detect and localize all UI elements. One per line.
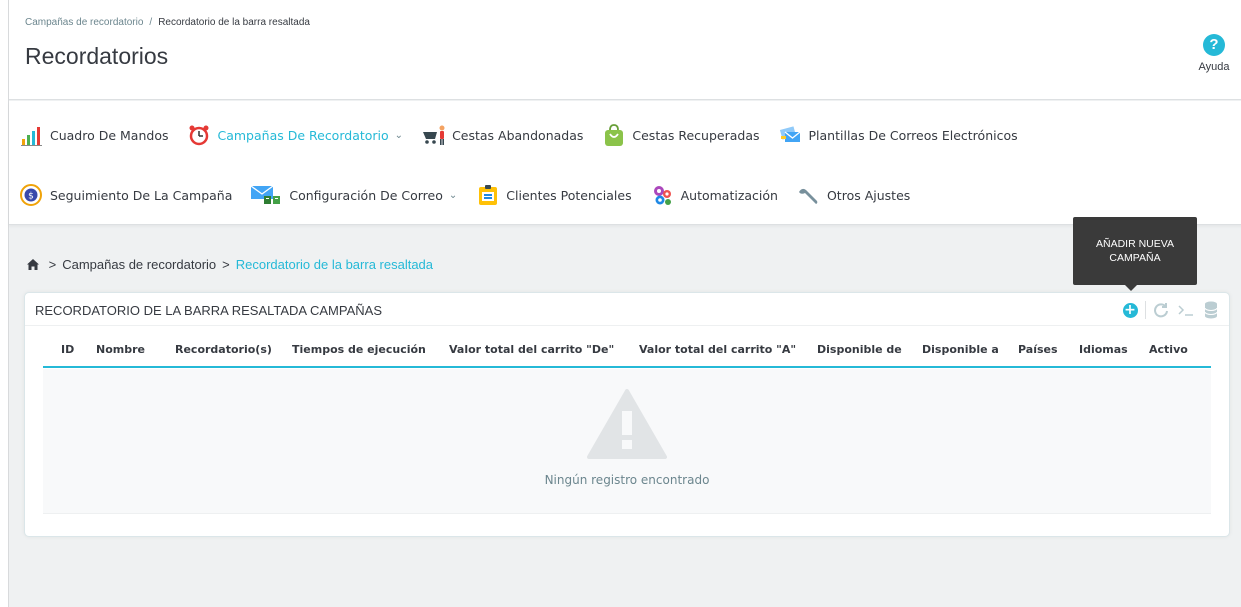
menu-label-email-templates: Plantillas De Correos Electrónicos	[808, 127, 1018, 143]
menu-label-dashboard: Cuadro De Mandos	[50, 127, 169, 143]
column-header-active[interactable]: Activo	[1149, 343, 1211, 368]
menu-item-dashboard[interactable]: Cuadro De Mandos	[19, 123, 168, 147]
menu-item-campaign-tracking[interactable]: $ Seguimiento De La Campaña	[19, 183, 232, 207]
campaigns-table: ID Nombre Recordatorio(s) Tiempos de eje…	[43, 343, 1211, 368]
panel-toolbar: +	[1115, 300, 1221, 320]
add-campaign-tooltip: AÑADIR NUEVA CAMPAÑA	[1073, 217, 1197, 291]
menu-label-recovered-carts: Cestas Recuperadas	[632, 127, 760, 143]
breadcrumb-current-link[interactable]: Recordatorio de la barra resaltada	[236, 257, 433, 272]
menu-item-abandoned-carts[interactable]: Cestas Abandonadas	[421, 123, 583, 147]
column-header-id[interactable]: ID	[43, 343, 96, 368]
help-button[interactable]: ? Ayuda	[1194, 34, 1234, 73]
chevron-down-icon: ⌄	[448, 189, 458, 201]
column-header-available-from[interactable]: Disponible de	[817, 343, 922, 368]
app-frame: Campañas de recordatorio / Recordatorio de…	[8, 0, 1241, 607]
menu-label-abandoned-carts: Cestas Abandonadas	[452, 127, 584, 143]
column-header-cart-value-from[interactable]: Valor total del carrito "De"	[449, 343, 639, 368]
menu-item-other-settings[interactable]: Otros Ajustes	[796, 183, 910, 207]
menu-item-mail-config[interactable]: Configuración De Correo ⌄	[250, 183, 457, 207]
menu-label-reminder-campaigns: Campañas De Recordatorio	[217, 127, 389, 143]
gears-icon	[650, 183, 676, 207]
empty-state: Ningún registro encontrado	[43, 369, 1211, 514]
database-icon	[1204, 301, 1218, 319]
help-label: Ayuda	[1198, 61, 1230, 73]
shopping-cart-icon	[421, 123, 447, 147]
menu-item-recovered-carts[interactable]: Cestas Recuperadas	[601, 123, 760, 147]
panel-header: RECORDATORIO DE LA BARRA RESALTADA CAMPA…	[25, 293, 1229, 326]
terminal-icon	[1178, 305, 1193, 316]
warning-icon	[587, 389, 667, 459]
tooltip-line-2: CAMPAÑA	[1109, 252, 1161, 264]
menu-item-reminder-campaigns[interactable]: Campañas De Recordatorio ⌄	[186, 123, 403, 147]
bar-chart-icon	[19, 123, 45, 147]
add-new-campaign-button[interactable]: +	[1120, 300, 1140, 320]
main-menu: Cuadro De Mandos Campañas De Recordatori…	[9, 101, 1241, 225]
menu-label-mail-config: Configuración De Correo	[289, 187, 443, 203]
menu-label-potential-clients: Clientes Potenciales	[506, 187, 632, 203]
refresh-icon	[1154, 303, 1168, 318]
column-header-languages[interactable]: Idiomas	[1079, 343, 1149, 368]
chevron-down-icon: ⌄	[394, 129, 404, 141]
leads-icon	[475, 183, 501, 207]
page-header: Campañas de recordatorio / Recordatorio de…	[9, 0, 1241, 100]
refresh-button[interactable]	[1151, 300, 1171, 320]
menu-item-potential-clients[interactable]: Clientes Potenciales	[475, 183, 632, 207]
empty-message: Ningún registro encontrado	[544, 473, 710, 487]
breadcrumb-parent-link[interactable]: Campañas de recordatorio	[62, 257, 216, 272]
content-breadcrumb: > Campañas de recordatorio > Recordatorio d…	[27, 257, 433, 272]
column-header-countries[interactable]: Países	[1018, 343, 1079, 368]
column-header-name[interactable]: Nombre	[96, 343, 175, 368]
toolbar-divider	[1145, 301, 1146, 319]
breadcrumb-arrow: >	[222, 257, 230, 272]
panel-title: RECORDATORIO DE LA BARRA RESALTADA CAMPA…	[35, 303, 382, 318]
menu-item-email-templates[interactable]: Plantillas De Correos Electrónicos	[778, 123, 1018, 147]
column-header-available-to[interactable]: Disponible a	[922, 343, 1018, 368]
breadcrumb-parent-link[interactable]: Campañas de recordatorio	[25, 17, 143, 28]
column-header-execution-times[interactable]: Tiempos de ejecución	[292, 343, 449, 368]
header-breadcrumb: Campañas de recordatorio / Recordatorio de…	[25, 17, 310, 28]
svg-text:$: $	[28, 192, 34, 202]
campaigns-panel: RECORDATORIO DE LA BARRA RESALTADA CAMPA…	[24, 292, 1230, 537]
alarm-clock-icon	[186, 123, 212, 147]
email-templates-icon	[778, 123, 804, 147]
add-icon: +	[1122, 301, 1138, 318]
sql-query-button[interactable]	[1176, 300, 1196, 320]
wrench-icon	[796, 183, 822, 207]
menu-item-automation[interactable]: Automatización	[650, 183, 778, 207]
menu-row-1: Cuadro De Mandos Campañas De Recordatori…	[19, 120, 1036, 150]
page-title: Recordatorios	[25, 43, 169, 69]
shopping-bag-icon	[601, 123, 627, 147]
menu-label-campaign-tracking: Seguimiento De La Campaña	[50, 187, 233, 203]
help-icon: ?	[1203, 34, 1225, 56]
tracking-icon: $	[19, 183, 45, 207]
table-header-row: ID Nombre Recordatorio(s) Tiempos de eje…	[43, 343, 1211, 368]
mail-config-icon	[250, 183, 284, 207]
breadcrumb-current: Recordatorio de la barra resaltada	[158, 17, 310, 28]
tooltip-line-1: AÑADIR NUEVA	[1096, 238, 1174, 250]
menu-label-other-settings: Otros Ajustes	[826, 187, 911, 203]
home-icon[interactable]	[27, 257, 43, 272]
menu-label-automation: Automatización	[680, 187, 778, 203]
column-header-cart-value-to[interactable]: Valor total del carrito "A"	[639, 343, 817, 368]
breadcrumb-separator: /	[149, 17, 153, 28]
breadcrumb-arrow: >	[48, 257, 57, 272]
column-header-reminders[interactable]: Recordatorio(s)	[175, 343, 292, 368]
menu-row-2: $ Seguimiento De La Campaña Configuració…	[19, 180, 928, 210]
export-database-button[interactable]	[1201, 300, 1221, 320]
